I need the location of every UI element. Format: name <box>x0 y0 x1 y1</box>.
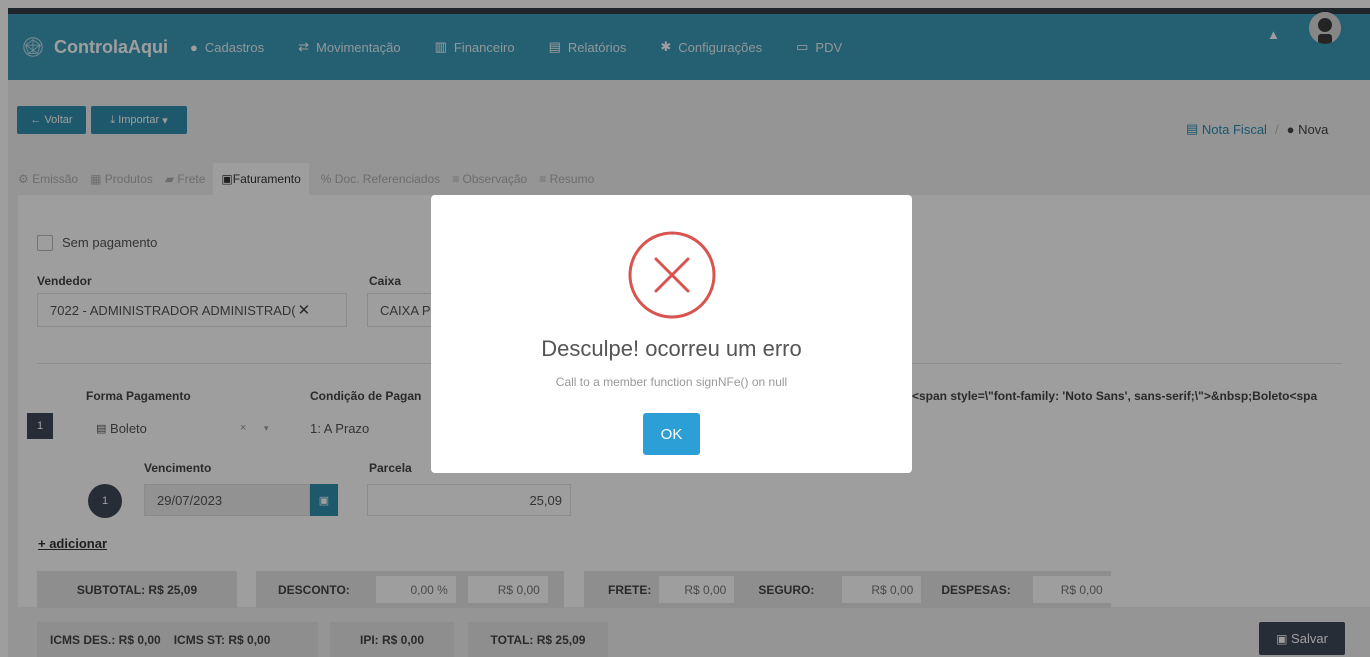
dialog-message: Call to a member function signNFe() on n… <box>555 375 788 389</box>
error-dialog: Desculpe! ocorreu um erro Call to a memb… <box>431 195 912 473</box>
dialog-title: Desculpe! ocorreu um erro <box>541 336 802 361</box>
ok-button[interactable]: OK <box>643 413 700 455</box>
error-x-icon <box>628 231 716 319</box>
